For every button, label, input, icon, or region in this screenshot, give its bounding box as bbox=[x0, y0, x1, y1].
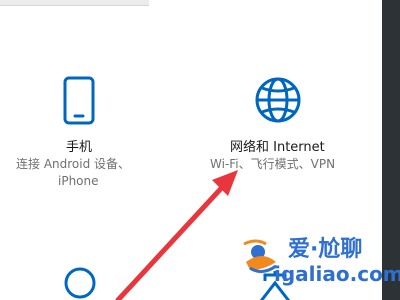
phone-icon bbox=[63, 76, 95, 125]
tile-network-title: 网络和 Internet bbox=[230, 140, 325, 155]
watermark-brand-en: igaliao.com bbox=[274, 262, 400, 286]
watermark-brand-zh: 爱·尬聊 bbox=[288, 237, 363, 262]
top-search-area[interactable] bbox=[0, 0, 149, 6]
tile-phone-title: 手机 bbox=[66, 140, 93, 155]
tile-network-internet[interactable]: 网络和 Internet Wi-Fi、飞行模式、VPN bbox=[200, 70, 375, 180]
tile-phone-desc-line1: 连接 Android 设备、 bbox=[16, 157, 131, 171]
tile-phone[interactable]: 手机 连接 Android 设备、 iPhone bbox=[10, 70, 180, 195]
tile-accounts[interactable] bbox=[55, 262, 105, 300]
person-icon bbox=[64, 267, 96, 299]
globe-icon bbox=[255, 77, 301, 123]
tile-network-desc: Wi-Fi、飞行模式、VPN bbox=[210, 157, 336, 171]
right-edge-bar bbox=[382, 0, 400, 300]
tile-phone-desc-line2: iPhone bbox=[58, 174, 99, 188]
settings-home: 手机 连接 Android 设备、 iPhone 网络和 Internet Wi… bbox=[0, 0, 400, 300]
